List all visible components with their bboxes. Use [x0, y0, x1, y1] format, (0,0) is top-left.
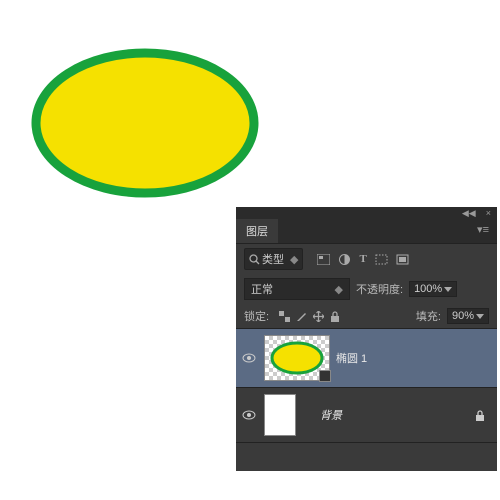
layer-row[interactable]: 椭圆 1 [236, 329, 497, 387]
blend-mode-select[interactable]: 正常 ◆ [244, 278, 350, 300]
filter-kind-label: 类型 [262, 251, 284, 267]
layer-name[interactable]: 椭圆 1 [336, 350, 367, 366]
visibility-toggle[interactable] [240, 410, 258, 420]
ellipse-shape [30, 45, 260, 205]
fill-label: 填充: [416, 308, 441, 324]
filter-smart-icon[interactable] [396, 254, 409, 265]
lock-pixels-icon[interactable] [296, 311, 307, 322]
lock-position-icon[interactable] [313, 311, 324, 322]
search-icon [249, 254, 260, 265]
blend-row: 正常 ◆ 不透明度: 100% [236, 274, 497, 304]
eye-icon [242, 353, 256, 363]
lock-row: 锁定: 填充: 90% [236, 304, 497, 328]
filter-pixel-icon[interactable] [317, 254, 330, 265]
blend-mode-value: 正常 [251, 281, 273, 297]
filter-row: 类型 ◆ T [236, 244, 497, 274]
canvas-area [30, 45, 260, 210]
layer-name[interactable]: 背景 [320, 407, 342, 423]
lock-transparency-icon[interactable] [279, 311, 290, 322]
chevron-down-icon [476, 314, 484, 319]
shape-badge-icon [319, 370, 331, 382]
lock-label: 锁定: [244, 308, 269, 324]
lock-all-icon[interactable] [330, 311, 340, 322]
filter-shape-icon[interactable] [375, 254, 388, 265]
fill-input[interactable]: 90% [447, 308, 489, 324]
opacity-label: 不透明度: [356, 281, 403, 297]
filter-adjust-icon[interactable] [338, 254, 351, 265]
panel-menu-icon[interactable]: ▾≡ [469, 219, 497, 243]
filter-kind-select[interactable]: 类型 ◆ [244, 248, 303, 270]
close-icon[interactable]: × [486, 208, 491, 218]
opacity-input[interactable]: 100% [409, 281, 457, 297]
ellipse-thumb-icon [269, 340, 325, 376]
panel-titlebar[interactable]: ◀◀ × [236, 207, 497, 219]
panel-tabs: 图层 ▾≡ [236, 219, 497, 244]
layer-row[interactable]: 背景 [236, 388, 497, 442]
chevron-down-icon [444, 287, 452, 292]
opacity-value: 100% [414, 283, 442, 295]
fill-value: 90% [452, 310, 474, 322]
visibility-toggle[interactable] [240, 353, 258, 363]
eye-icon [242, 410, 256, 420]
layer-thumbnail[interactable] [264, 335, 330, 381]
layer-list: 椭圆 1 背景 [236, 328, 497, 471]
tab-layers[interactable]: 图层 [236, 219, 278, 243]
filter-icons: T [317, 253, 408, 265]
layer-thumbnail[interactable] [264, 394, 296, 436]
filter-text-icon[interactable]: T [359, 253, 366, 265]
lock-icon [475, 410, 485, 421]
collapse-icon[interactable]: ◀◀ [462, 208, 476, 219]
layers-panel: ◀◀ × 图层 ▾≡ 类型 ◆ T 正常 ◆ 不透明度: 100% 锁 [236, 207, 497, 471]
